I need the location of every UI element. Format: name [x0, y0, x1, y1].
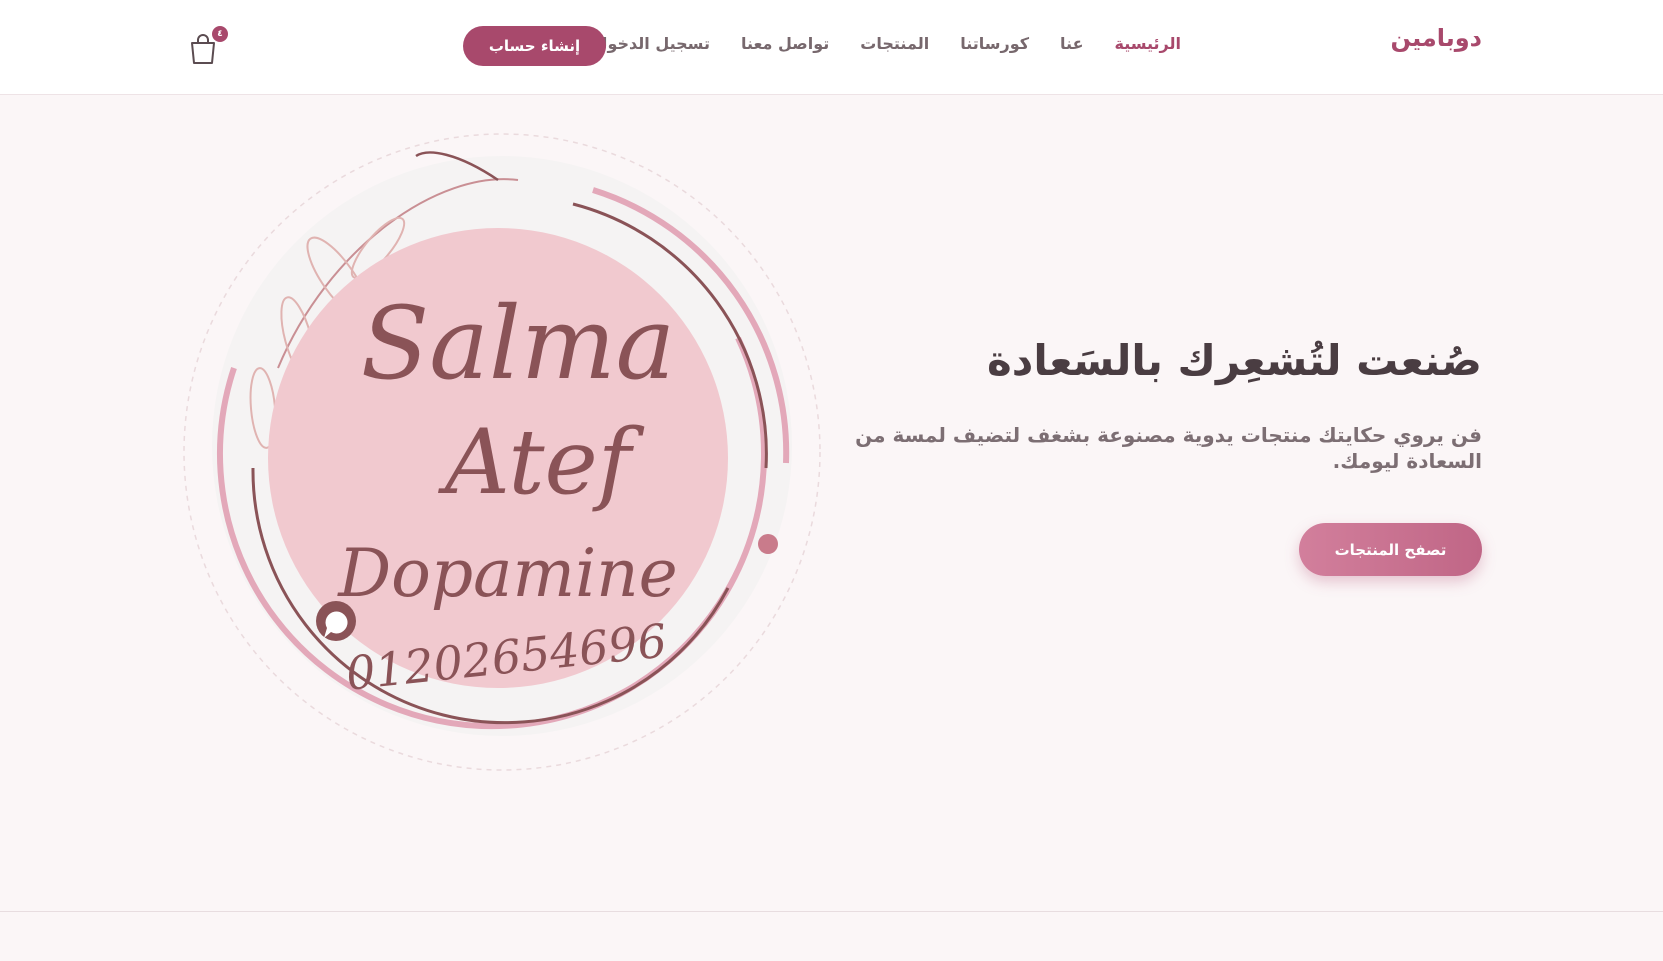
hero-subtitle: فن يروي حكايتك منتجات يدوية مصنوعة بشغف …	[855, 423, 1482, 473]
nav-courses[interactable]: كورساتنا	[960, 34, 1029, 53]
nav-login[interactable]: تسجيل الدخول	[594, 34, 710, 53]
nav-about[interactable]: عنا	[1060, 34, 1083, 53]
browse-products-button[interactable]: تصفح المنتجات	[1299, 523, 1482, 576]
hero-title: صُنعت لتُشعِرك بالسَعادة	[987, 336, 1482, 385]
logo-text-salma: Salma	[361, 285, 676, 402]
hero-logo-image: Salma Atef Dopamine 01202654696	[183, 133, 821, 771]
logo-text-dopamine: Dopamine	[337, 535, 678, 612]
cart-button[interactable]: ٤	[188, 26, 228, 66]
section-divider	[0, 911, 1663, 912]
nav-products[interactable]: المنتجات	[860, 34, 929, 53]
site-header: دوبامين الرئيسية عنا كورساتنا المنتجات ت…	[0, 0, 1663, 95]
register-button[interactable]: إنشاء حساب	[463, 26, 606, 66]
logo-text-atef: Atef	[438, 410, 645, 515]
nav-home[interactable]: الرئيسية	[1115, 34, 1182, 53]
brand-logo[interactable]: دوبامين	[1380, 24, 1482, 52]
main-nav: الرئيسية عنا كورساتنا المنتجات تواصل معن…	[594, 34, 1181, 53]
whatsapp-icon	[316, 601, 356, 641]
cart-count-badge: ٤	[212, 26, 228, 42]
nav-contact[interactable]: تواصل معنا	[741, 34, 829, 53]
